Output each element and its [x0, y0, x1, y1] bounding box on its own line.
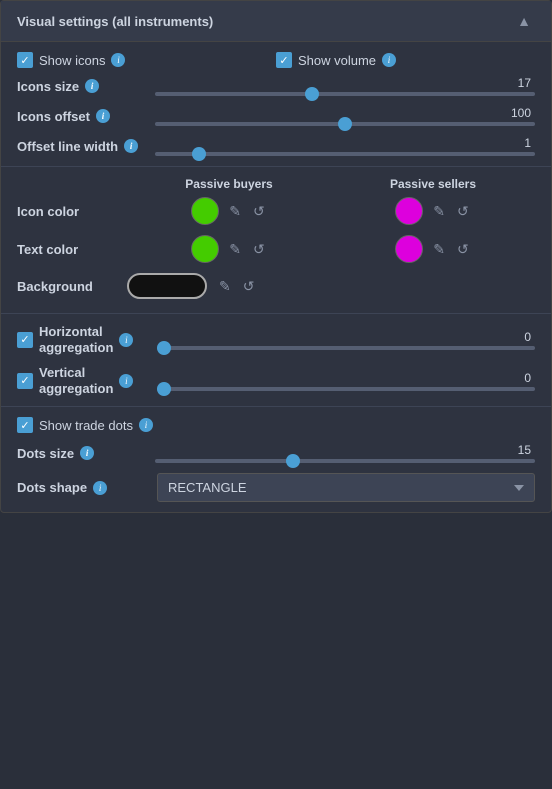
- show-volume-label: Show volume: [298, 53, 376, 68]
- show-icons-info-icon: i: [111, 53, 125, 67]
- sellers-icon-eyedropper-button[interactable]: ✎: [431, 201, 447, 222]
- sellers-icon-color-cell: ✎ ↺: [331, 197, 535, 225]
- icons-offset-slider[interactable]: [155, 122, 535, 126]
- dots-size-row: Dots size i 15: [17, 443, 535, 463]
- horizontal-agg-label: Horizontalaggregation: [39, 324, 113, 355]
- color-table-section: Passive buyers Passive sellers Icon colo…: [1, 167, 551, 314]
- sellers-text-color-swatch[interactable]: [395, 235, 423, 263]
- show-volume-checkbox[interactable]: ✓: [276, 52, 292, 68]
- background-label: Background: [17, 279, 127, 294]
- text-color-label: Text color: [17, 242, 127, 257]
- horizontal-aggregation-row: ✓ Horizontalaggregation i 0: [17, 324, 535, 355]
- vertical-aggregation-row: ✓ Verticalaggregation i 0: [17, 365, 535, 396]
- color-table-headers: Passive buyers Passive sellers: [17, 177, 535, 191]
- buyers-icon-color-cell: ✎ ↺: [127, 197, 331, 225]
- vertical-agg-checkbox[interactable]: ✓: [17, 373, 33, 389]
- passive-buyers-header: Passive buyers: [127, 177, 331, 191]
- vertical-agg-slider-wrap: 0: [157, 371, 535, 391]
- vertical-agg-info-icon: i: [119, 374, 133, 388]
- buyers-text-eyedropper-button[interactable]: ✎: [227, 239, 243, 260]
- offset-line-width-slider[interactable]: [155, 152, 535, 156]
- show-icons-checkbox[interactable]: ✓: [17, 52, 33, 68]
- horizontal-agg-checkbox[interactable]: ✓: [17, 332, 33, 348]
- offset-line-width-slider-wrap: 1: [155, 136, 535, 156]
- dots-shape-row: Dots shape i RECTANGLE CIRCLE TRIANGLE D…: [17, 473, 535, 502]
- vertical-agg-slider[interactable]: [157, 387, 535, 391]
- offset-line-width-row: Offset line width i 1: [17, 136, 535, 156]
- sellers-icon-reset-button[interactable]: ↺: [455, 201, 471, 222]
- buyers-text-color-cell: ✎ ↺: [127, 235, 331, 263]
- icons-offset-info-icon: i: [96, 109, 110, 123]
- buyers-text-reset-button[interactable]: ↺: [251, 239, 267, 260]
- show-volume-group: ✓ Show volume i: [276, 52, 535, 68]
- offset-line-width-label: Offset line width i: [17, 139, 147, 154]
- icons-offset-slider-wrap: 100: [155, 106, 535, 126]
- show-icons-label: Show icons: [39, 53, 105, 68]
- sellers-text-reset-button[interactable]: ↺: [455, 239, 471, 260]
- horizontal-agg-slider-wrap: 0: [157, 330, 535, 350]
- dots-size-slider-wrap: 15: [155, 443, 535, 463]
- icons-offset-label: Icons offset i: [17, 109, 147, 124]
- icons-size-info-icon: i: [85, 79, 99, 93]
- passive-sellers-header: Passive sellers: [331, 177, 535, 191]
- icon-color-row: Icon color ✎ ↺ ✎ ↺: [17, 197, 535, 225]
- background-reset-button[interactable]: ↺: [241, 276, 257, 297]
- offset-line-width-info-icon: i: [124, 139, 138, 153]
- vertical-agg-label-wrap: ✓ Verticalaggregation i: [17, 365, 157, 396]
- background-eyedropper-button[interactable]: ✎: [217, 276, 233, 297]
- vertical-agg-label: Verticalaggregation: [39, 365, 113, 396]
- panel-title: Visual settings (all instruments): [17, 14, 213, 29]
- icons-size-row: Icons size i 17: [17, 76, 535, 96]
- horizontal-agg-info-icon: i: [119, 333, 133, 347]
- visual-settings-panel: Visual settings (all instruments) ▲ ✓ Sh…: [0, 0, 552, 513]
- sellers-text-eyedropper-button[interactable]: ✎: [431, 239, 447, 260]
- background-swatch[interactable]: [127, 273, 207, 299]
- sellers-text-color-cell: ✎ ↺: [331, 235, 535, 263]
- horizontal-agg-slider[interactable]: [157, 346, 535, 350]
- text-color-row: Text color ✎ ↺ ✎ ↺: [17, 235, 535, 263]
- show-trade-dots-info-icon: i: [139, 418, 153, 432]
- checkboxes-row: ✓ Show icons i ✓ Show volume i: [17, 52, 535, 68]
- background-row: Background ✎ ↺: [17, 273, 535, 299]
- background-actions: ✎ ↺: [217, 276, 256, 297]
- dots-size-label: Dots size i: [17, 446, 147, 461]
- show-trade-dots-checkbox[interactable]: ✓: [17, 417, 33, 433]
- dots-shape-label-wrap: Dots shape i: [17, 480, 157, 495]
- horizontal-agg-label-wrap: ✓ Horizontalaggregation i: [17, 324, 157, 355]
- sellers-icon-color-swatch[interactable]: [395, 197, 423, 225]
- top-section: ✓ Show icons i ✓ Show volume i Icons siz…: [1, 42, 551, 167]
- icons-size-slider-wrap: 17: [155, 76, 535, 96]
- trade-dots-section: ✓ Show trade dots i Dots size i 15 Dots …: [1, 407, 551, 512]
- dots-shape-label: Dots shape: [17, 480, 87, 495]
- dots-shape-info-icon: i: [93, 481, 107, 495]
- show-volume-info-icon: i: [382, 53, 396, 67]
- dots-size-info-icon: i: [80, 446, 94, 460]
- dots-shape-select[interactable]: RECTANGLE CIRCLE TRIANGLE DIAMOND: [157, 473, 535, 502]
- show-icons-group: ✓ Show icons i: [17, 52, 276, 68]
- buyers-icon-color-swatch[interactable]: [191, 197, 219, 225]
- icons-offset-row: Icons offset i 100: [17, 106, 535, 126]
- dots-size-slider[interactable]: [155, 459, 535, 463]
- panel-header: Visual settings (all instruments) ▲: [1, 1, 551, 42]
- buyers-text-color-swatch[interactable]: [191, 235, 219, 263]
- icons-size-slider[interactable]: [155, 92, 535, 96]
- icon-color-label: Icon color: [17, 204, 127, 219]
- show-trade-dots-row: ✓ Show trade dots i: [17, 417, 535, 433]
- buyers-icon-reset-button[interactable]: ↺: [251, 201, 267, 222]
- icons-size-label: Icons size i: [17, 79, 147, 94]
- aggregation-section: ✓ Horizontalaggregation i 0 ✓ Verticalag…: [1, 314, 551, 407]
- buyers-icon-eyedropper-button[interactable]: ✎: [227, 201, 243, 222]
- collapse-button[interactable]: ▲: [513, 11, 535, 31]
- show-trade-dots-label: Show trade dots: [39, 418, 133, 433]
